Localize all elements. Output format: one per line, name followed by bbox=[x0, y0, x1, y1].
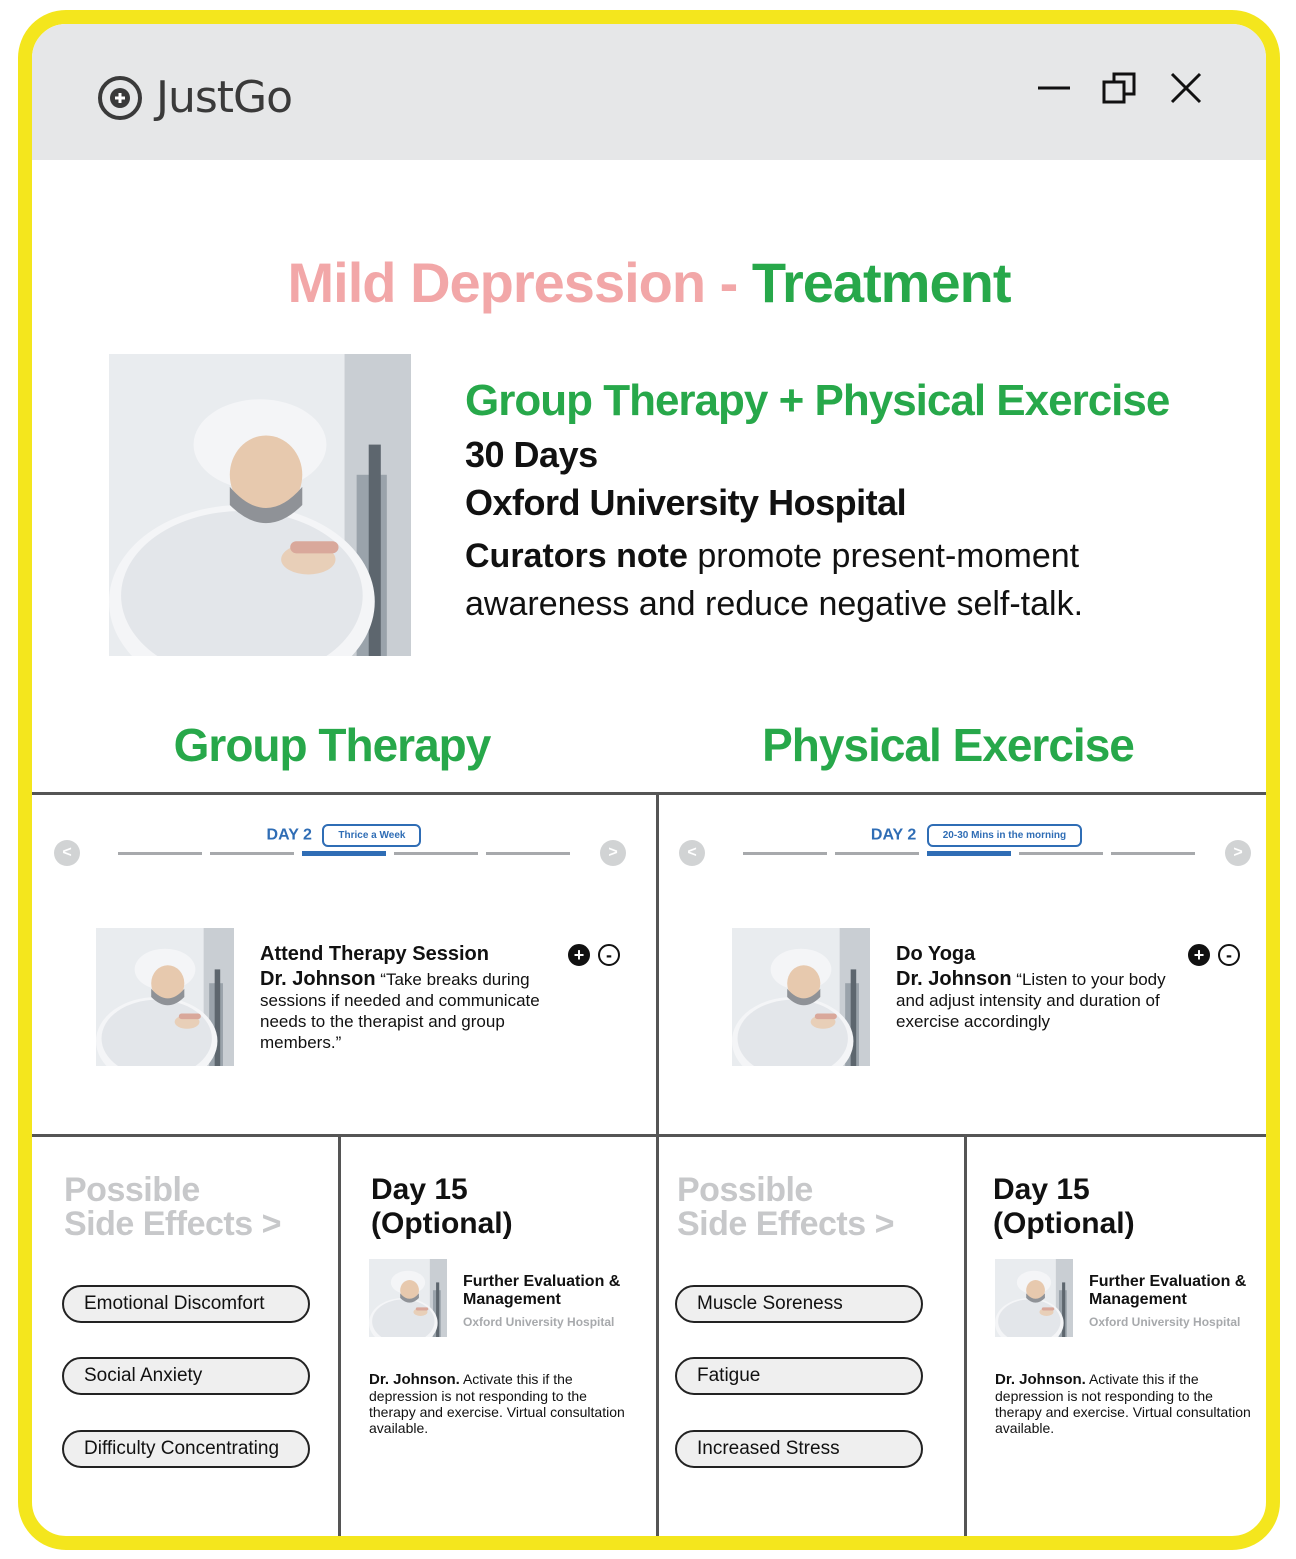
day-progress bbox=[743, 851, 1195, 856]
evaluation-photo bbox=[369, 1259, 447, 1337]
progress-segment[interactable] bbox=[394, 852, 478, 855]
side-effect-chip[interactable]: Difficulty Concentrating bbox=[62, 1430, 310, 1468]
side-effects-title-line2: Side Effects > bbox=[64, 1205, 281, 1243]
remove-task-button[interactable]: - bbox=[1218, 944, 1240, 966]
evaluation-doctor: Dr. Johnson. bbox=[369, 1371, 460, 1388]
prev-day-button[interactable]: < bbox=[54, 840, 80, 866]
minimize-icon[interactable] bbox=[1034, 68, 1074, 108]
curators-note-label: Curators note bbox=[465, 537, 688, 575]
task-title: Do Yoga bbox=[896, 943, 976, 965]
evaluation-note: Dr. Johnson. Activate this if the depres… bbox=[369, 1371, 629, 1436]
evaluation-name[interactable]: Further Evaluation & Management bbox=[463, 1273, 633, 1309]
curators-note: Curators note promote present-moment awa… bbox=[465, 532, 1245, 628]
task-details: Attend Therapy Session Dr. Johnson “Take… bbox=[260, 944, 560, 1053]
progress-segment-active[interactable] bbox=[302, 851, 386, 856]
plan-name: Group Therapy + Physical Exercise bbox=[465, 376, 1170, 425]
progress-segment[interactable] bbox=[118, 852, 202, 855]
next-day-button[interactable]: > bbox=[1225, 840, 1251, 866]
physical-exercise-heading: Physical Exercise bbox=[762, 719, 1135, 771]
add-task-button[interactable]: + bbox=[568, 944, 590, 966]
day-label: DAY 2 bbox=[870, 826, 917, 844]
progress-segment[interactable] bbox=[743, 852, 827, 855]
group-therapy-panel: DAY 2 Thrice a Week < > Attend Therapy S… bbox=[32, 794, 656, 1134]
progress-segment-active[interactable] bbox=[927, 851, 1011, 856]
day15-physical-exercise: Day 15 (Optional) Further Evaluation & M… bbox=[967, 1137, 1266, 1536]
doctor-name: Dr. Johnson bbox=[260, 968, 376, 990]
next-day-button[interactable]: > bbox=[600, 840, 626, 866]
side-effects-physical-exercise: Possible Side Effects > Muscle Soreness … bbox=[659, 1137, 964, 1536]
task-title: Attend Therapy Session bbox=[260, 943, 489, 965]
page-title-treatment: Treatment bbox=[751, 251, 1012, 314]
page-title: Mild Depression - Treatment bbox=[32, 250, 1266, 315]
day-indicator: DAY 2 20-30 Mins in the morning bbox=[659, 824, 1266, 847]
title-bar: JustGo bbox=[32, 24, 1266, 160]
restore-icon[interactable] bbox=[1100, 68, 1140, 108]
app-logo: JustGo bbox=[96, 72, 293, 123]
evaluation-photo bbox=[995, 1259, 1073, 1337]
task-controls: + - bbox=[568, 944, 620, 966]
side-effect-chip[interactable]: Fatigue bbox=[675, 1357, 923, 1395]
evaluation-hospital: Oxford University Hospital bbox=[463, 1315, 615, 1329]
side-effects-group-therapy: Possible Side Effects > Emotional Discom… bbox=[32, 1137, 338, 1536]
day15-title-line1: Day 15 bbox=[371, 1173, 468, 1206]
evaluation-note: Dr. Johnson. Activate this if the depres… bbox=[995, 1371, 1255, 1436]
treatment-photo bbox=[109, 354, 411, 656]
task-details: Do Yoga Dr. Johnson “Listen to your body… bbox=[896, 944, 1196, 1032]
add-task-button[interactable]: + bbox=[1188, 944, 1210, 966]
day15-title: Day 15 (Optional) bbox=[993, 1173, 1135, 1241]
side-effect-chip[interactable]: Emotional Discomfort bbox=[62, 1285, 310, 1323]
day-indicator: DAY 2 Thrice a Week bbox=[32, 824, 656, 847]
close-icon[interactable] bbox=[1166, 68, 1206, 108]
app-name: JustGo bbox=[156, 72, 293, 123]
day15-title: Day 15 (Optional) bbox=[371, 1173, 513, 1241]
frequency-badge: 20-30 Mins in the morning bbox=[926, 824, 1083, 847]
side-effect-chip[interactable]: Increased Stress bbox=[675, 1430, 923, 1468]
side-effect-chip[interactable]: Muscle Soreness bbox=[675, 1285, 923, 1323]
plan-duration: 30 Days bbox=[465, 434, 598, 475]
task-photo bbox=[732, 928, 870, 1066]
window-controls bbox=[1034, 68, 1206, 108]
progress-segment[interactable] bbox=[210, 852, 294, 855]
progress-segment[interactable] bbox=[1111, 852, 1195, 855]
prev-day-button[interactable]: < bbox=[679, 840, 705, 866]
progress-segment[interactable] bbox=[835, 852, 919, 855]
side-effects-title-line1: Possible bbox=[677, 1171, 813, 1209]
doctor-name: Dr. Johnson bbox=[896, 968, 1012, 990]
justgo-logo-icon bbox=[98, 75, 142, 120]
day15-group-therapy: Day 15 (Optional) Further Evaluation & M… bbox=[341, 1137, 656, 1536]
day-label: DAY 2 bbox=[266, 826, 312, 844]
day15-title-line2: (Optional) bbox=[371, 1207, 513, 1240]
progress-segment[interactable] bbox=[486, 852, 570, 855]
remove-task-button[interactable]: - bbox=[598, 944, 620, 966]
side-effects-title[interactable]: Possible Side Effects > bbox=[677, 1173, 894, 1241]
plan-hospital: Oxford University Hospital bbox=[465, 482, 907, 523]
task-photo bbox=[96, 928, 234, 1066]
evaluation-hospital: Oxford University Hospital bbox=[1089, 1315, 1241, 1329]
plan-info: Group Therapy + Physical Exercise 30 Day… bbox=[465, 376, 1245, 628]
side-effects-title-line2: Side Effects > bbox=[677, 1205, 894, 1243]
page-title-condition: Mild Depression - bbox=[287, 251, 752, 314]
day15-title-line2: (Optional) bbox=[993, 1207, 1135, 1240]
task-controls: + - bbox=[1188, 944, 1240, 966]
side-effects-title-line1: Possible bbox=[64, 1171, 200, 1209]
group-therapy-heading: Group Therapy bbox=[173, 719, 492, 771]
app-window: JustGo Mild Depression - Treatment Group… bbox=[18, 10, 1280, 1550]
evaluation-name[interactable]: Further Evaluation & Management bbox=[1089, 1273, 1259, 1309]
day15-title-line1: Day 15 bbox=[993, 1173, 1090, 1206]
progress-segment[interactable] bbox=[1019, 852, 1103, 855]
day-progress bbox=[118, 851, 570, 856]
evaluation-doctor: Dr. Johnson. bbox=[995, 1371, 1086, 1388]
side-effects-title[interactable]: Possible Side Effects > bbox=[64, 1173, 281, 1241]
side-effect-chip[interactable]: Social Anxiety bbox=[62, 1357, 310, 1395]
frequency-badge: Thrice a Week bbox=[322, 824, 422, 847]
physical-exercise-panel: DAY 2 20-30 Mins in the morning < > Do Y… bbox=[659, 794, 1266, 1134]
